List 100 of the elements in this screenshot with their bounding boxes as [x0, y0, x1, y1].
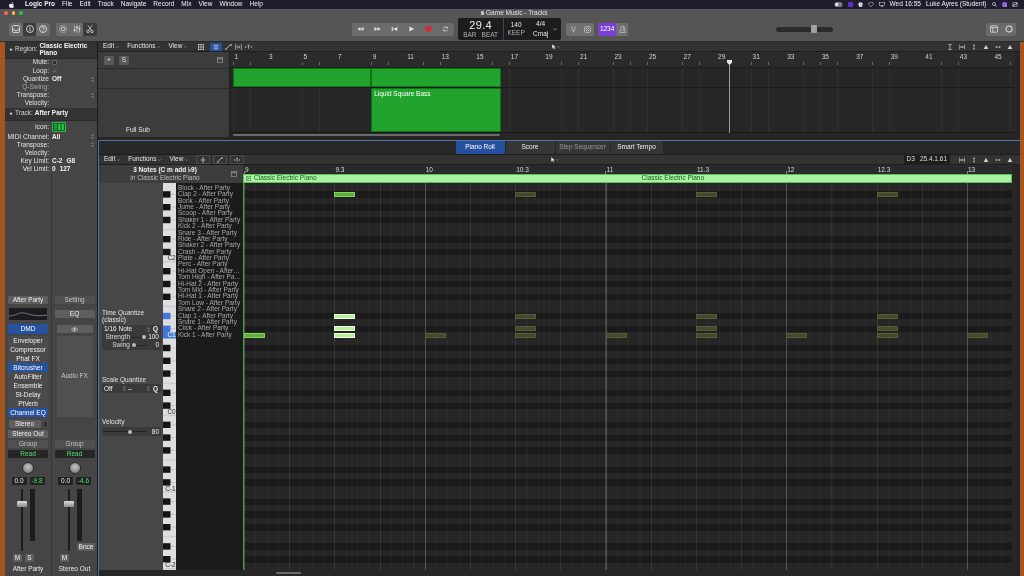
bracket-h-icon[interactable]: [235, 43, 243, 50]
link-button[interactable]: [56, 325, 93, 333]
chevron-down-icon[interactable]: [553, 27, 558, 31]
document-icon: [480, 10, 485, 16]
help-icon: [39, 25, 48, 33]
ring-icon: [1004, 25, 1013, 33]
panel-icon[interactable]: [231, 171, 237, 177]
fit-width-icon[interactable]: [959, 43, 965, 50]
diamond-icon[interactable]: [867, 2, 874, 7]
cycle-button[interactable]: [437, 22, 455, 36]
curve-icon[interactable]: [225, 43, 233, 50]
checkmark-icon: [52, 68, 57, 73]
apple-logo-icon[interactable]: [9, 1, 14, 8]
display-icon[interactable]: [878, 2, 885, 7]
t-arrows-icon: [234, 156, 241, 163]
pointer-tool-menu[interactable]: [549, 155, 561, 164]
scrollbar-thumb[interactable]: [233, 133, 500, 137]
slider-thumb[interactable]: [142, 335, 146, 340]
tuner-button[interactable]: [566, 22, 581, 36]
stepper-icon: [147, 326, 150, 332]
library-button[interactable]: [9, 22, 23, 36]
search-icon[interactable]: [991, 2, 997, 7]
triangle-icon[interactable]: [983, 156, 989, 163]
rewind-button[interactable]: [352, 22, 370, 36]
slider-thumb[interactable]: [127, 429, 132, 434]
minimize-button[interactable]: [11, 11, 16, 15]
chevron-down-icon: [158, 158, 162, 161]
midi-note[interactable]: [334, 191, 356, 197]
fast-forward-icon: [374, 26, 382, 32]
left-right-arrow-icon[interactable]: [995, 156, 1001, 163]
checkbox[interactable]: [52, 60, 57, 66]
chevron-down-icon: [185, 158, 189, 161]
fader-thumb[interactable]: [17, 500, 27, 507]
toggles-icon[interactable]: [1012, 2, 1018, 7]
strength-slider[interactable]: [132, 334, 146, 340]
dial-icon: [58, 25, 67, 33]
cycle-icon: [442, 26, 450, 32]
up-down-arrow-icon[interactable]: [971, 156, 977, 163]
list-editors-button[interactable]: [986, 22, 1001, 36]
checkbox[interactable]: [52, 68, 57, 74]
scrollbar-thumb[interactable]: [276, 571, 301, 575]
left-right-arrow-icon[interactable]: [995, 43, 1001, 50]
stepper-icon: [91, 142, 94, 148]
stepper-icon: [91, 76, 94, 82]
drum-machine-icon[interactable]: [52, 121, 66, 132]
solo-button[interactable]: [580, 22, 595, 36]
eq-curve-drawing[interactable]: [8, 307, 48, 321]
sliders-icon: [72, 25, 81, 33]
piano-keyboard-drawing[interactable]: [163, 183, 176, 570]
crossed-square-icon: [583, 25, 591, 33]
skip-back-icon: [391, 26, 399, 32]
browsers-button[interactable]: [1001, 22, 1016, 36]
info-icon: [25, 25, 34, 33]
list-view-button[interactable]: [210, 42, 223, 51]
quick-help-button[interactable]: [36, 22, 51, 36]
triangle-icon[interactable]: [1007, 156, 1013, 163]
i-beam-icon[interactable]: [947, 43, 953, 50]
slider-thumb[interactable]: [810, 25, 817, 33]
editors-button[interactable]: [83, 22, 98, 36]
up-down-arrow-icon[interactable]: [971, 43, 977, 50]
t-arrows-icon[interactable]: [245, 43, 253, 50]
chevron-down-icon: [116, 45, 120, 48]
velocity-slider[interactable]: [104, 429, 146, 435]
master-volume-slider[interactable]: [776, 26, 834, 32]
fader-thumb[interactable]: [64, 500, 74, 507]
smart-controls-button[interactable]: [56, 22, 70, 36]
chevron-down-icon: [557, 45, 560, 48]
cross-icon: [200, 156, 207, 163]
toolbar-button[interactable]: [196, 155, 211, 164]
level-meter: [77, 489, 82, 541]
fit-width-icon[interactable]: [959, 156, 965, 163]
pointer-tool-menu[interactable]: [550, 42, 562, 51]
record-icon: [425, 26, 433, 32]
pill-icon[interactable]: [833, 2, 843, 7]
swing-slider[interactable]: [132, 342, 146, 348]
triangle-icon[interactable]: [1007, 43, 1013, 50]
position-readout: 29.4: [469, 19, 492, 31]
tray-icon: [11, 25, 20, 33]
playhead[interactable]: [727, 60, 732, 133]
curve-icon: [217, 156, 224, 163]
pan-knob[interactable]: [68, 461, 81, 474]
shield-icon[interactable]: [857, 1, 863, 8]
stepper-icon: [123, 386, 126, 392]
toolbar-button[interactable]: [213, 155, 228, 164]
pointer-icon: [552, 43, 556, 50]
stepper-icon: [91, 92, 94, 98]
grid-icon: [198, 43, 205, 50]
midi-note[interactable]: [244, 332, 265, 338]
slider-thumb[interactable]: [132, 343, 136, 348]
level-meter: [30, 489, 35, 541]
metronome-button[interactable]: [616, 22, 629, 36]
play-icon: [408, 26, 416, 32]
list-icon: [213, 43, 220, 50]
triangle-icon[interactable]: [983, 43, 989, 50]
pan-knob[interactable]: [22, 461, 34, 474]
panel-icon[interactable]: [217, 57, 223, 63]
toolbar-button[interactable]: [230, 155, 245, 164]
eye-icon: [71, 326, 78, 332]
orb-icon[interactable]: [1001, 1, 1007, 8]
rewind-icon: [357, 26, 365, 32]
